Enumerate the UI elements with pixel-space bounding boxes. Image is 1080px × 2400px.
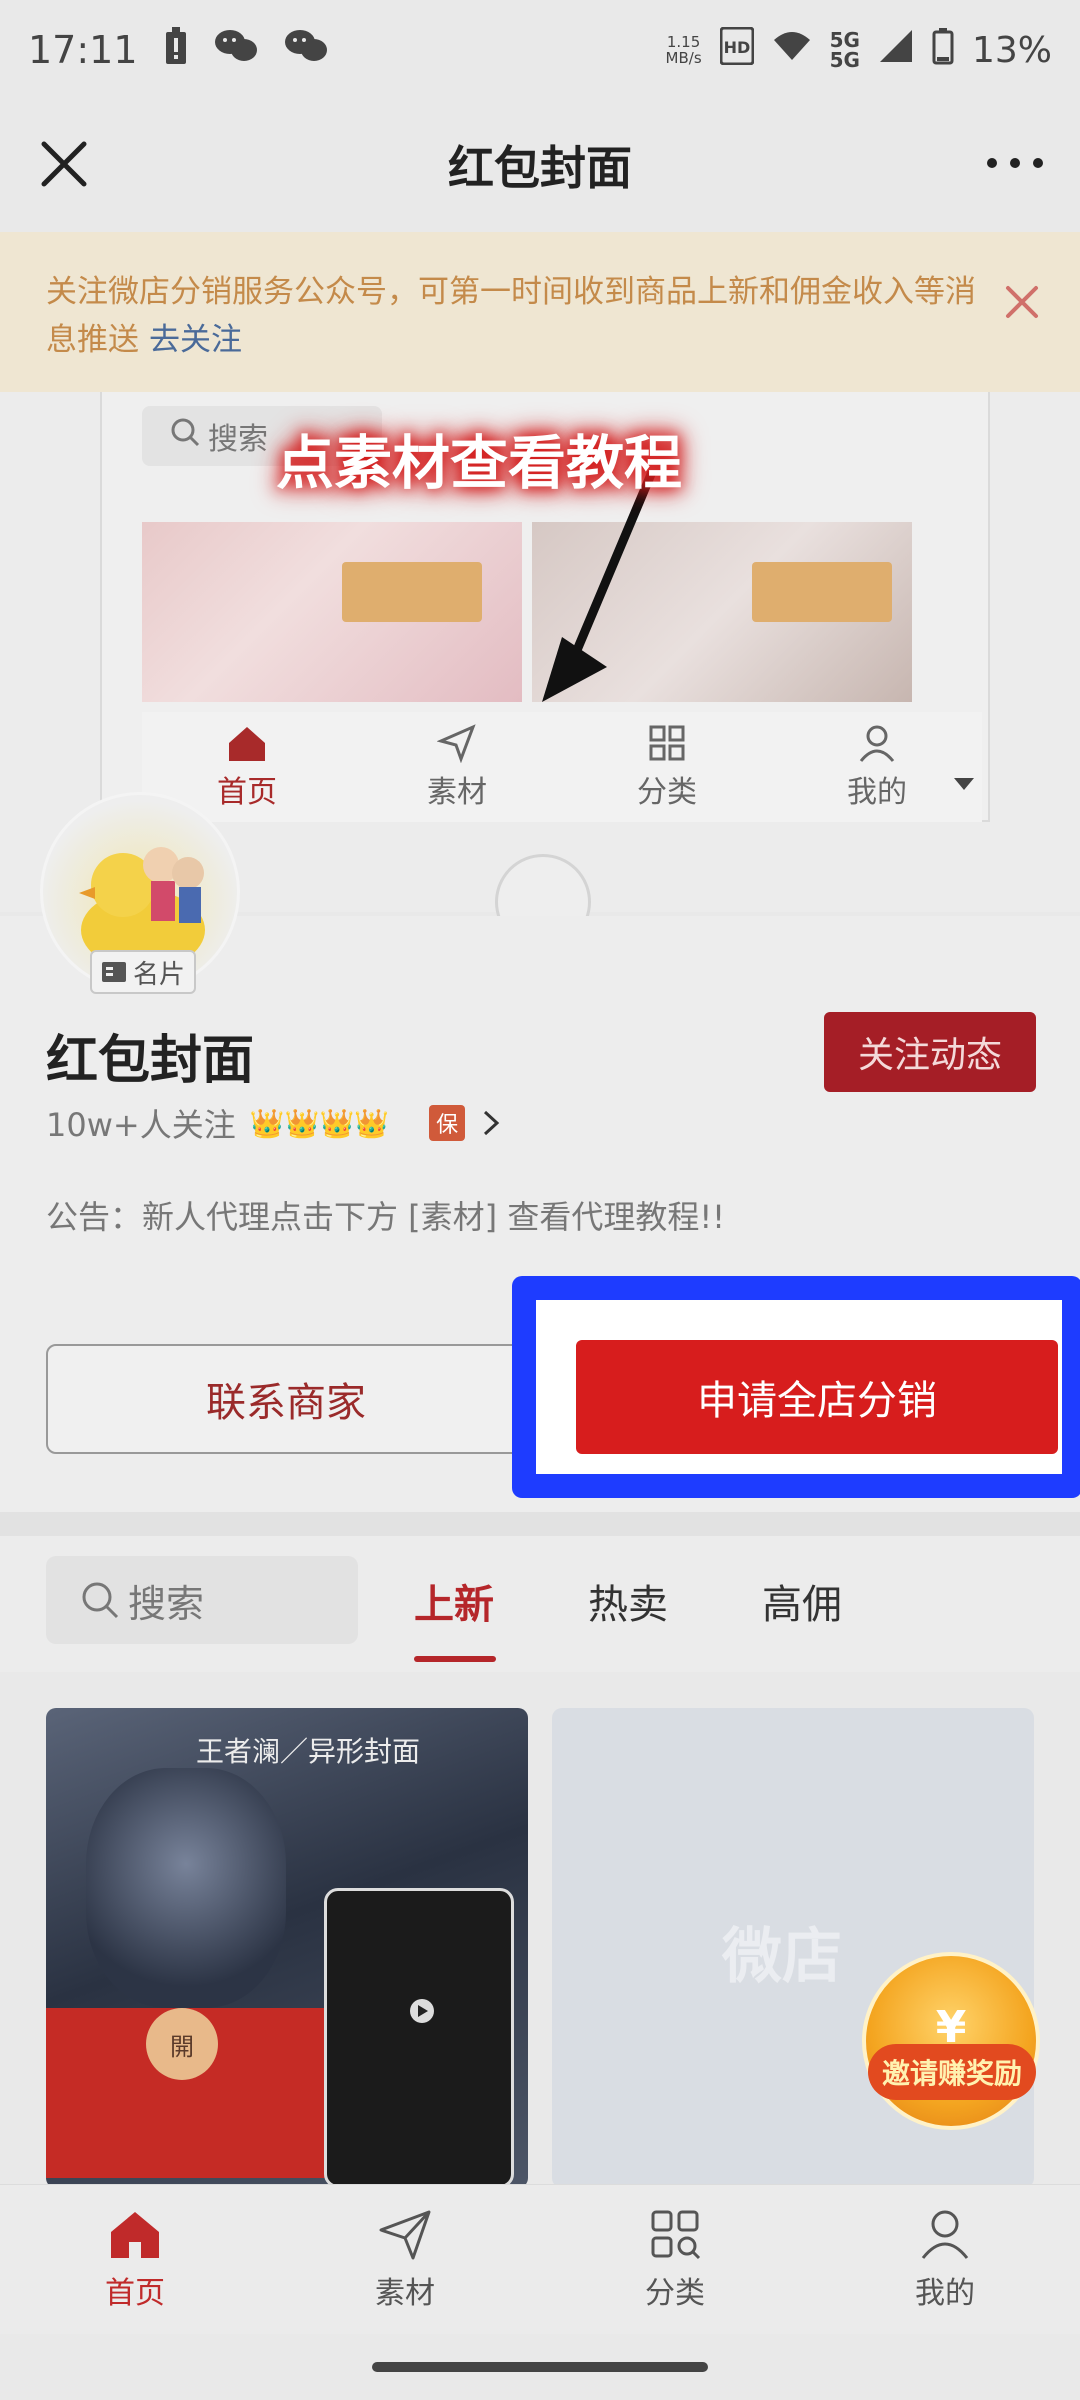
phone-preview [324, 1888, 514, 2188]
nav-category-label: 分类 [645, 2275, 705, 2311]
business-card-badge[interactable]: 名片 [90, 950, 196, 994]
nav-home-label: 首页 [105, 2275, 165, 2311]
search-icon [82, 1582, 119, 1619]
mini-tab-bar: 首页 素材 分类 我的 [142, 712, 982, 822]
product-caption: 王者澜／异形封面 [196, 1735, 421, 1768]
caret-down-icon [954, 778, 974, 790]
grid-icon [649, 725, 685, 761]
crown-icon: 👑👑👑👑 [249, 1106, 390, 1140]
weidian-watermark: 微店 [722, 1922, 842, 1992]
more-icon[interactable] [980, 138, 1050, 188]
goods-filter-bar: 搜索 上新 热卖 高佣 [0, 1536, 1080, 1672]
shop-name: 红包封面 [46, 1031, 255, 1091]
status-bar: 17:11 1.15 MB/s HD 5G 5G 13% [0, 0, 1080, 100]
tab-new[interactable]: 上新 [414, 1572, 494, 1630]
mini-tab-category: 分类 [562, 712, 772, 822]
active-tab-indicator [414, 1656, 496, 1662]
nav-profile-label: 我的 [915, 2275, 975, 2311]
product-card[interactable]: 王者澜／异形封面 開 [46, 1708, 528, 2188]
follow-notice-banner: 关注微店分销服务公众号，可第一时间收到商品上新和佣金收入等消息推送 去关注 [0, 232, 1080, 392]
sample-cover-image [142, 522, 522, 702]
home-icon [111, 2211, 159, 2258]
grid-search-icon [651, 2210, 701, 2259]
guarantee-badge: 保 [429, 1105, 466, 1141]
home-indicator[interactable] [372, 2362, 708, 2372]
nav-material[interactable]: 素材 [270, 2185, 540, 2334]
nav-category[interactable]: 分类 [540, 2185, 810, 2334]
open-badge: 開 [146, 2008, 218, 2080]
page-title: 红包封面 [448, 141, 632, 195]
nav-home[interactable]: 首页 [0, 2185, 270, 2334]
invite-coin-icon[interactable]: ¥ [862, 1952, 1040, 2130]
shop-info-panel: 红包封面 关注动态 10w+人关注 👑👑👑👑 保 公告：新人代理点击下方 [素材… [0, 916, 1080, 1536]
tab-high-commission[interactable]: 高佣 [762, 1572, 842, 1630]
highlight-frame: 申请全店分销 [512, 1276, 1080, 1498]
play-icon [410, 1999, 434, 2023]
tab-hot[interactable]: 热卖 [588, 1572, 668, 1630]
section-divider [0, 1512, 1080, 1536]
follow-link[interactable]: 去关注 [149, 322, 242, 358]
follow-updates-button[interactable]: 关注动态 [824, 1012, 1036, 1092]
apply-distribution-button[interactable]: 申请全店分销 [576, 1340, 1058, 1454]
wifi-icon [772, 30, 812, 71]
shop-announcement: 公告：新人代理点击下方 [素材] 查看代理教程!! [46, 1198, 725, 1236]
network-speed: 1.15 MB/s [665, 33, 702, 67]
goods-search-input[interactable]: 搜索 [46, 1556, 358, 1644]
wechat-icon [214, 28, 258, 73]
battery-percent: 13% [971, 29, 1052, 71]
paper-plane-icon [379, 2210, 431, 2259]
wechat-icon [284, 28, 328, 73]
paper-plane-icon [437, 724, 476, 763]
user-icon [859, 725, 895, 762]
signal-label: 5G 5G [829, 28, 860, 72]
home-icon [229, 727, 265, 761]
hd-badge-text: HD [723, 38, 750, 57]
bottom-nav: 首页 素材 分类 我的 [0, 2184, 1080, 2334]
search-icon [170, 417, 200, 455]
id-card-icon [101, 962, 126, 982]
shop-stats: 10w+人关注 👑👑👑👑 保 [46, 1100, 503, 1146]
invite-reward-button[interactable]: 邀请赚奖励 [868, 2044, 1036, 2100]
close-icon[interactable] [34, 134, 94, 194]
battery-icon [932, 27, 954, 74]
title-bar: 红包封面 [0, 100, 1080, 230]
tutorial-label: 点素材查看教程 [276, 429, 683, 497]
product-image [86, 1768, 286, 2008]
hd-icon: HD [719, 26, 755, 74]
follower-count: 10w+人关注 [46, 1106, 236, 1144]
battery-alert-icon [164, 26, 188, 75]
nav-profile[interactable]: 我的 [810, 2185, 1080, 2334]
signal-icon [878, 28, 914, 73]
contact-merchant-button[interactable]: 联系商家 [46, 1344, 526, 1454]
close-icon[interactable] [1002, 282, 1042, 322]
mini-tab-material: 素材 [352, 712, 562, 822]
chevron-right-icon[interactable] [479, 1106, 503, 1140]
nav-material-label: 素材 [375, 2275, 435, 2311]
clock: 17:11 [28, 28, 138, 72]
user-icon [921, 2210, 969, 2259]
mini-tab-profile: 我的 [772, 712, 982, 822]
